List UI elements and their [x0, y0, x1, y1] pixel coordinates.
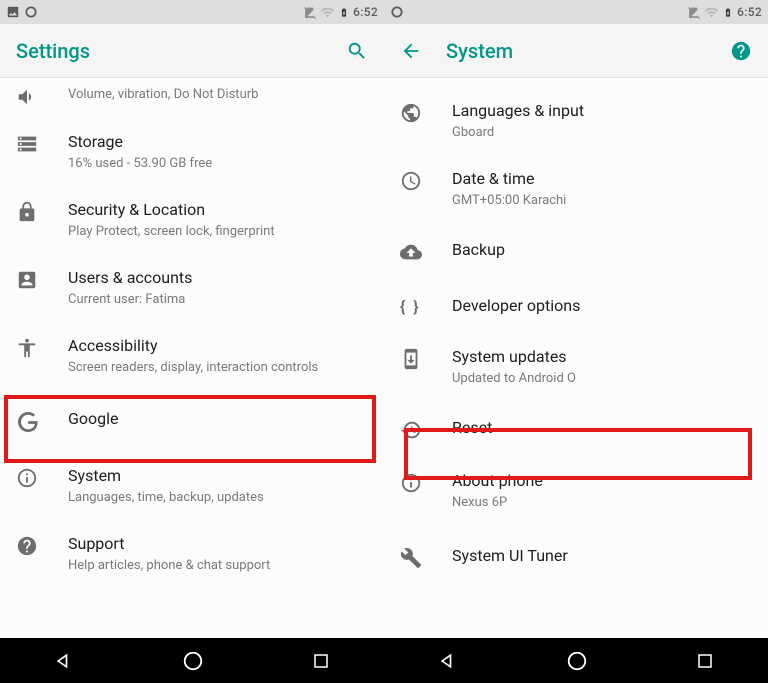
system-item-developer[interactable]: { } Developer options	[384, 279, 768, 333]
app-bar-settings: Settings	[0, 24, 384, 78]
settings-item-security[interactable]: Security & Location Play Protect, screen…	[0, 186, 384, 254]
wifi-icon	[704, 5, 719, 20]
lock-icon	[16, 199, 56, 223]
nav-back-icon[interactable]	[54, 651, 74, 671]
system-item-tuner[interactable]: System UI Tuner	[384, 525, 768, 589]
page-title: Settings	[16, 39, 346, 63]
page-title: System	[446, 39, 730, 63]
help-icon[interactable]	[730, 40, 752, 62]
system-item-languages[interactable]: Languages & input Gboard	[384, 78, 768, 155]
screen-settings: 6:52 Settings Volume, vibration, Do Not …	[0, 0, 384, 638]
item-primary: Google	[68, 408, 368, 430]
item-primary: Accessibility	[68, 335, 368, 357]
item-secondary: Volume, vibration, Do Not Disturb	[68, 86, 368, 104]
item-primary: Support	[68, 533, 368, 555]
item-secondary: Gboard	[452, 124, 752, 142]
app-bar-system: System	[384, 24, 768, 78]
help-icon	[16, 533, 56, 557]
item-secondary: Help articles, phone & chat support	[68, 557, 368, 575]
item-primary: Storage	[68, 131, 368, 153]
system-update-icon	[400, 346, 440, 370]
cloud-upload-icon	[400, 239, 440, 263]
system-item-reset[interactable]: Reset	[384, 401, 768, 457]
item-primary: Languages & input	[452, 100, 752, 122]
status-time: 6:52	[353, 5, 378, 19]
screens-row: 6:52 Settings Volume, vibration, Do Not …	[0, 0, 768, 638]
settings-item-sound[interactable]: Volume, vibration, Do Not Disturb	[0, 78, 384, 118]
volume-icon	[16, 84, 56, 108]
image-icon	[6, 5, 20, 19]
item-secondary: Play Protect, screen lock, fingerprint	[68, 223, 368, 241]
item-secondary: GMT+05:00 Karachi	[452, 192, 752, 210]
wrench-icon	[400, 545, 440, 569]
item-secondary: Nexus 6P	[452, 494, 752, 512]
nav-recent-icon[interactable]	[696, 652, 714, 670]
item-primary: Reset	[452, 417, 752, 439]
status-right: 6:52	[687, 5, 762, 20]
wifi-icon	[320, 5, 335, 20]
status-left	[6, 5, 38, 19]
storage-icon	[16, 131, 56, 155]
no-sim-icon	[303, 6, 316, 19]
system-item-backup[interactable]: Backup	[384, 223, 768, 279]
system-item-updates[interactable]: System updates Updated to Android O	[384, 333, 768, 401]
settings-item-system[interactable]: System Languages, time, backup, updates	[0, 452, 384, 520]
item-secondary: Current user: Fatima	[68, 291, 368, 309]
status-bar: 6:52	[0, 0, 384, 24]
status-left	[390, 5, 404, 19]
back-icon[interactable]	[400, 40, 422, 62]
info-outline-icon	[400, 470, 440, 494]
item-secondary: Updated to Android O	[452, 370, 752, 388]
item-secondary: Screen readers, display, interaction con…	[68, 359, 368, 377]
status-right: 6:52	[303, 5, 378, 20]
system-item-about[interactable]: About phone Nexus 6P	[384, 457, 768, 525]
braces-icon: { }	[400, 295, 440, 316]
item-primary: About phone	[452, 470, 752, 492]
item-primary: Users & accounts	[68, 267, 368, 289]
item-primary: Security & Location	[68, 199, 368, 221]
battery-charging-icon	[339, 5, 349, 20]
item-primary: System UI Tuner	[452, 545, 752, 567]
google-icon	[16, 408, 56, 434]
nav-home-icon[interactable]	[182, 650, 204, 672]
account-box-icon	[16, 267, 56, 291]
globe-icon	[400, 100, 440, 124]
system-list: Languages & input Gboard Date & time GMT…	[384, 78, 768, 638]
battery-charging-icon	[723, 5, 733, 20]
status-time: 6:52	[737, 5, 762, 19]
system-item-datetime[interactable]: Date & time GMT+05:00 Karachi	[384, 155, 768, 223]
status-bar: 6:52	[384, 0, 768, 24]
search-icon[interactable]	[346, 40, 368, 62]
item-primary: System updates	[452, 346, 752, 368]
screen-system: 6:52 System Languages & input Gboard	[384, 0, 768, 638]
settings-item-support[interactable]: Support Help articles, phone & chat supp…	[0, 520, 384, 588]
item-primary: Date & time	[452, 168, 752, 190]
settings-item-google[interactable]: Google	[0, 390, 384, 452]
item-secondary: Languages, time, backup, updates	[68, 489, 368, 507]
clock-icon	[400, 168, 440, 192]
nav-recent-icon[interactable]	[312, 652, 330, 670]
settings-item-users[interactable]: Users & accounts Current user: Fatima	[0, 254, 384, 322]
no-sim-icon	[687, 6, 700, 19]
item-primary: System	[68, 465, 368, 487]
navigation-bar	[0, 638, 768, 683]
accessibility-icon	[16, 335, 56, 359]
nav-home-icon[interactable]	[566, 650, 588, 672]
nav-back-icon[interactable]	[438, 651, 458, 671]
item-primary: Developer options	[452, 295, 752, 317]
restore-icon	[400, 417, 440, 441]
settings-item-accessibility[interactable]: Accessibility Screen readers, display, i…	[0, 322, 384, 390]
item-primary: Backup	[452, 239, 752, 261]
settings-list: Volume, vibration, Do Not Disturb Storag…	[0, 78, 384, 638]
settings-item-storage[interactable]: Storage 16% used - 53.90 GB free	[0, 118, 384, 186]
circle-icon	[24, 5, 38, 19]
item-secondary: 16% used - 53.90 GB free	[68, 155, 368, 173]
info-outline-icon	[16, 465, 56, 489]
circle-icon	[390, 5, 404, 19]
